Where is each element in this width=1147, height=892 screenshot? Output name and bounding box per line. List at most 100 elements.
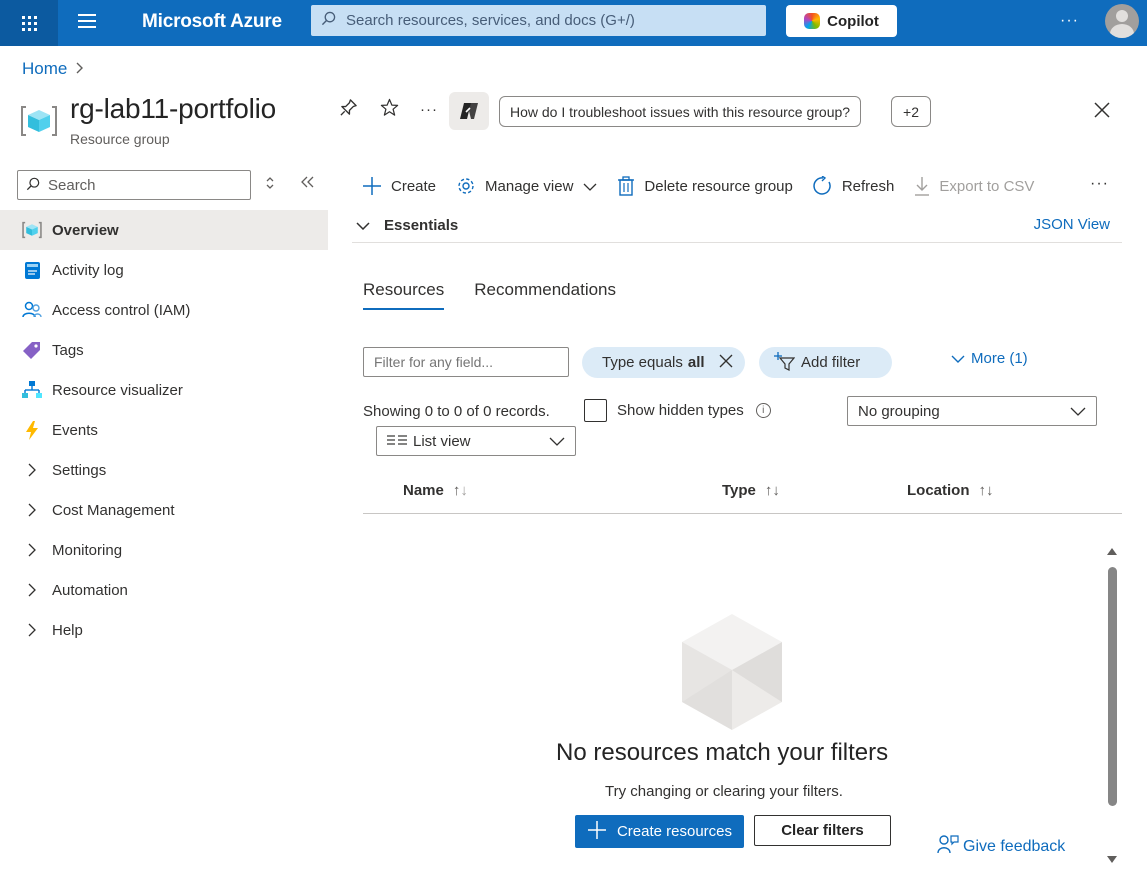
create-button[interactable]: Create — [362, 176, 436, 196]
copilot-button[interactable]: Copilot — [786, 5, 897, 37]
sidebar-item-help[interactable]: Help — [0, 610, 328, 650]
scroll-up-arrow[interactable] — [1107, 548, 1117, 555]
view-mode-value: List view — [413, 432, 471, 450]
portal-menu-waffle-icon[interactable] — [0, 0, 58, 46]
nav-search-input[interactable]: Search — [17, 170, 251, 200]
essentials-section[interactable]: Essentials JSON View — [352, 209, 1122, 243]
clear-filters-button[interactable]: Clear filters — [754, 815, 891, 846]
copilot-label: Copilot — [827, 12, 879, 30]
sort-icon[interactable]: ↑↓ — [453, 482, 468, 499]
sidebar-item-label: Access control (IAM) — [52, 301, 191, 319]
more-suggestions-chip[interactable]: +2 — [891, 96, 931, 127]
sidebar-item-label: Help — [52, 621, 83, 639]
sidebar-item-tags[interactable]: Tags — [0, 330, 328, 370]
scrollbar-thumb[interactable] — [1108, 567, 1117, 806]
manage-view-button[interactable]: Manage view — [456, 176, 597, 196]
column-label: Location — [907, 482, 970, 499]
sidebar-item-resource-visualizer[interactable]: Resource visualizer — [0, 370, 328, 410]
close-icon[interactable] — [1093, 100, 1111, 124]
resource-group-icon — [22, 220, 42, 240]
sidebar-item-activity-log[interactable]: Activity log — [0, 250, 328, 290]
sidebar-item-events[interactable]: Events — [0, 410, 328, 450]
grouping-dropdown[interactable]: No grouping — [847, 396, 1097, 426]
sidebar-item-access-control[interactable]: Access control (IAM) — [0, 290, 328, 330]
add-filter-label: Add filter — [801, 354, 861, 371]
search-icon — [321, 11, 336, 30]
header-more-icon[interactable]: ··· — [420, 101, 438, 118]
trash-icon — [617, 176, 635, 196]
breadcrumb-home-link[interactable]: Home — [22, 59, 67, 79]
delete-label: Delete resource group — [644, 177, 793, 195]
refresh-label: Refresh — [841, 177, 895, 195]
tab-recommendations[interactable]: Recommendations — [474, 280, 616, 310]
create-resources-label: Create resources — [616, 823, 733, 840]
sidebar-item-label: Settings — [52, 461, 107, 479]
sort-icon[interactable]: ↑↓ — [979, 482, 994, 499]
chevron-down-icon — [583, 178, 597, 195]
gear-icon — [456, 176, 476, 196]
tab-resources[interactable]: Resources — [363, 280, 445, 310]
plus-icon — [362, 176, 382, 196]
people-icon — [22, 300, 42, 320]
sidebar-item-label: Activity log — [52, 261, 124, 279]
export-csv-button[interactable]: Export to CSV — [914, 176, 1034, 196]
plus-icon — [587, 820, 607, 843]
avatar[interactable] — [1105, 4, 1139, 38]
sidebar-item-automation[interactable]: Automation — [0, 570, 328, 610]
sidebar-item-overview[interactable]: Overview — [0, 210, 328, 250]
column-header-location[interactable]: Location ↑↓ — [907, 482, 994, 499]
hamburger-menu-icon[interactable] — [78, 14, 96, 30]
close-icon[interactable] — [719, 352, 733, 373]
lightning-icon — [22, 420, 42, 440]
chevron-right-icon — [22, 543, 42, 557]
sidebar-item-label: Cost Management — [52, 501, 175, 519]
json-view-link[interactable]: JSON View — [1034, 216, 1110, 233]
type-filter-pill[interactable]: Type equals all — [582, 347, 745, 378]
sidebar-item-settings[interactable]: Settings — [0, 450, 328, 490]
empty-state-cube-icon — [680, 612, 784, 732]
refresh-button[interactable]: Refresh — [813, 176, 895, 196]
chevron-right-icon — [22, 503, 42, 517]
copilot-suggestion-chip[interactable]: How do I troubleshoot issues with this r… — [499, 96, 862, 127]
info-icon[interactable]: i — [755, 403, 771, 418]
tag-icon — [22, 340, 42, 360]
more-filters-label: More (1) — [971, 350, 1028, 367]
top-bar: Microsoft Azure Search resources, servic… — [0, 0, 1147, 46]
more-filters-link[interactable]: More (1) — [951, 350, 1028, 367]
filter-field-input[interactable] — [363, 347, 569, 377]
pin-icon[interactable] — [339, 98, 358, 123]
chevron-down-icon — [549, 433, 565, 453]
nav-search-placeholder: Search — [48, 176, 96, 194]
global-search-input[interactable]: Search resources, services, and docs (G+… — [311, 5, 766, 36]
grouping-value: No grouping — [858, 402, 940, 420]
column-header-name[interactable]: Name ↑↓ — [403, 482, 468, 499]
copilot-logo-icon — [804, 13, 821, 29]
favorite-star-icon[interactable] — [380, 98, 399, 123]
give-feedback-link[interactable]: Give feedback — [937, 834, 1065, 859]
chevron-down-icon — [356, 218, 370, 233]
add-filter-button[interactable]: Add filter — [759, 347, 892, 378]
command-more-icon[interactable]: ··· — [1090, 175, 1109, 193]
chevron-right-icon — [22, 463, 42, 477]
sidebar-item-label: Resource visualizer — [52, 381, 183, 399]
brand-title[interactable]: Microsoft Azure — [142, 11, 282, 33]
resource-group-icon — [20, 104, 58, 138]
show-hidden-types-label: Show hidden types — [617, 402, 744, 419]
expand-collapse-icon[interactable] — [264, 176, 276, 193]
create-resources-button[interactable]: Create resources — [575, 815, 744, 848]
checkbox-box[interactable] — [584, 399, 607, 422]
view-mode-dropdown[interactable]: List view — [376, 426, 576, 456]
top-more-icon[interactable]: ··· — [1060, 12, 1079, 30]
sidebar-item-label: Events — [52, 421, 98, 439]
sidebar-item-cost-management[interactable]: Cost Management — [0, 490, 328, 530]
page-subtitle: Resource group — [70, 131, 170, 147]
sort-icon[interactable]: ↑↓ — [765, 482, 780, 499]
show-hidden-types-checkbox[interactable]: Show hidden types i — [584, 399, 771, 422]
collapse-sidebar-icon[interactable] — [301, 176, 315, 191]
feedback-icon — [937, 834, 959, 859]
sidebar-item-monitoring[interactable]: Monitoring — [0, 530, 328, 570]
scroll-down-arrow[interactable] — [1107, 856, 1117, 863]
copilot-prompt-icon[interactable] — [449, 92, 489, 130]
column-header-type[interactable]: Type ↑↓ — [722, 482, 780, 499]
delete-resource-group-button[interactable]: Delete resource group — [617, 176, 793, 196]
